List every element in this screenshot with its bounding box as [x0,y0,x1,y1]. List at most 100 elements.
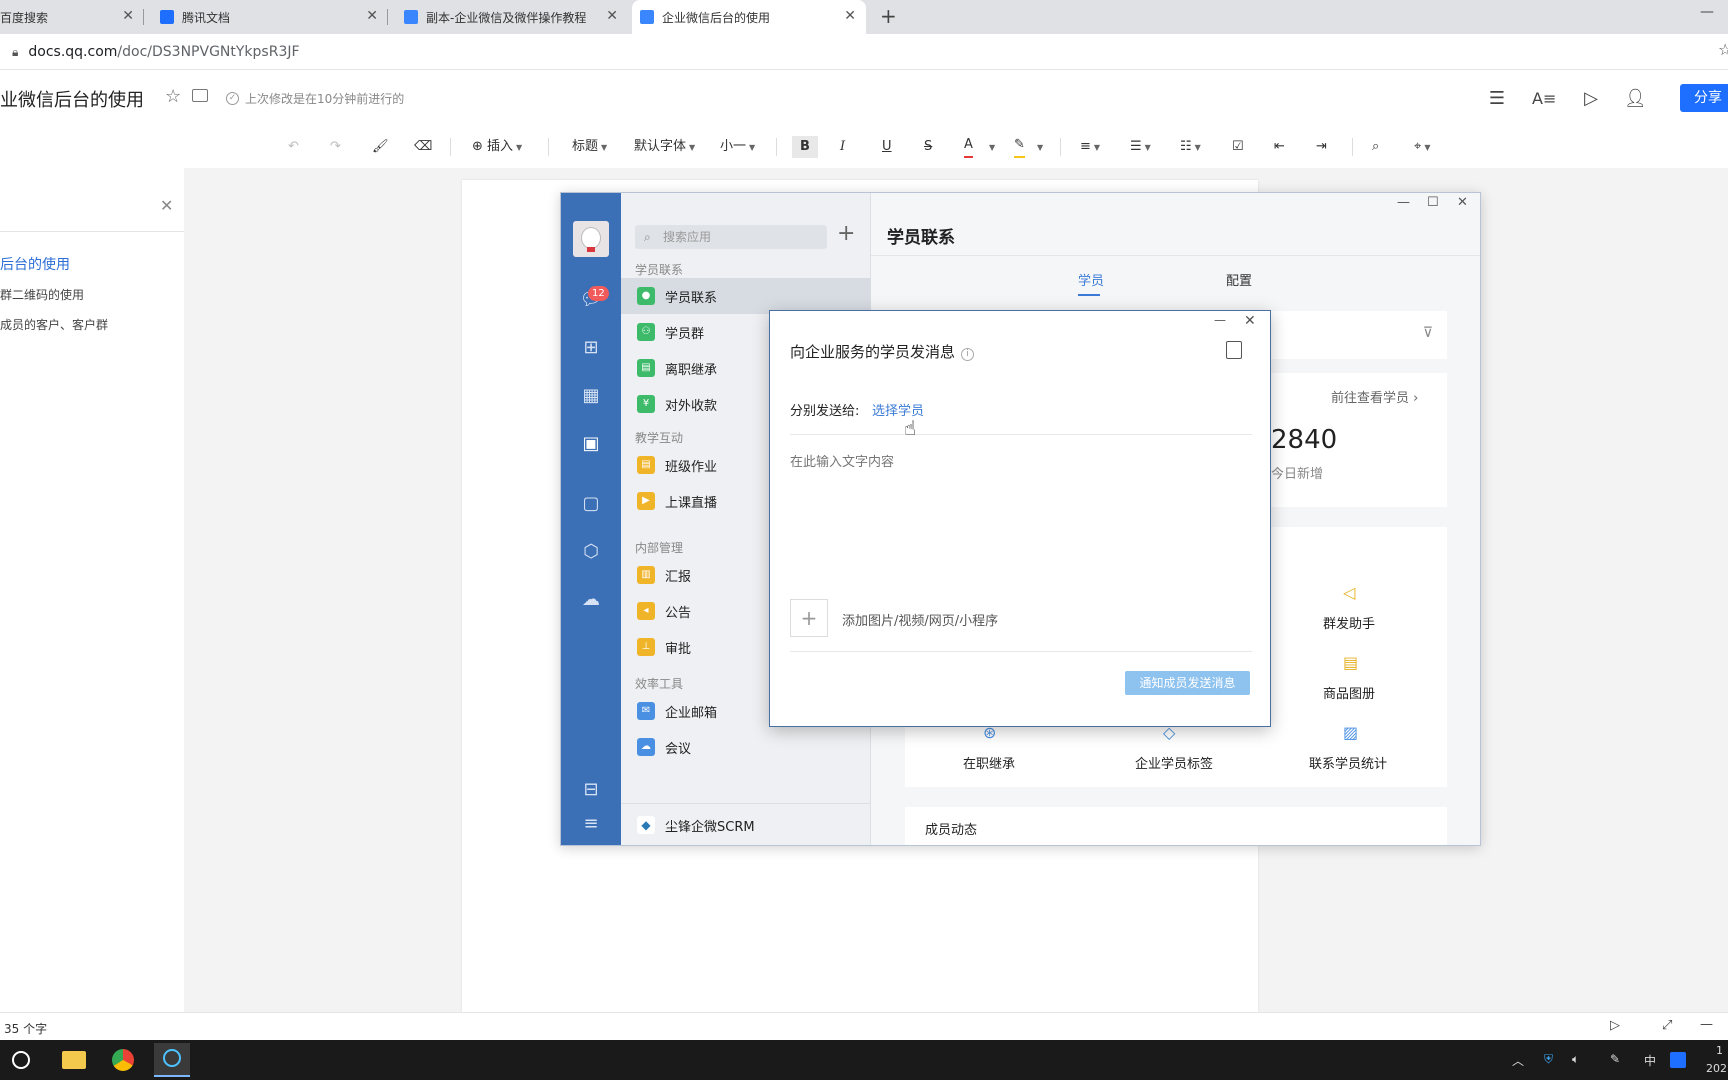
calendar-icon[interactable]: ▦ [579,385,603,407]
doc-title[interactable]: 业微信后台的使用 [0,86,144,112]
app-search-input[interactable]: ⌕ 搜索应用 [635,225,827,249]
close-icon[interactable]: ✕ [366,9,378,23]
url-field[interactable]: 🔒︎ docs.qq.com /doc/DS3NPVGNtYkpsR3JF [12,40,300,64]
qq-tray-icon[interactable] [1670,1052,1686,1068]
info-icon[interactable]: i [961,348,975,361]
file-explorer-icon[interactable] [62,1051,86,1069]
location-icon[interactable]: ⌖ ▼ [1414,136,1430,158]
shield-icon[interactable]: ⛨ [1544,1052,1553,1067]
app-item[interactable]: ◆ 尘锋企微SCRM [621,807,871,843]
chevron-up-icon[interactable]: ︿ [1512,1052,1524,1069]
history-doc-icon[interactable] [1226,341,1242,359]
pen-icon[interactable]: ✎ [1610,1052,1620,1066]
settings-icon[interactable]: ⊟ [579,779,603,801]
minimize-icon[interactable]: — [1397,195,1410,210]
chevron-down-icon[interactable]: ▼ [986,136,995,158]
notify-members-button[interactable]: 通知成员发送消息 [1125,671,1250,695]
format-painter-icon[interactable]: 🖌︎ [372,136,389,158]
bookmark-star-icon[interactable]: ☆ [1718,40,1728,59]
clock-date: 202 [1706,1062,1727,1075]
bold-icon[interactable]: B [792,136,818,158]
tool-label[interactable]: 在职继承 [963,753,1015,772]
highlight-icon[interactable]: ✎ [1014,136,1025,158]
outline-item[interactable]: 成员的客户、客户群 [0,316,108,333]
app-item[interactable]: ● 学员联系 [621,278,871,314]
undo-icon[interactable]: ↶ [288,136,299,158]
align-icon[interactable]: ≡ ▼ [1080,136,1100,158]
tool-label[interactable]: 商品图册 [1323,683,1375,702]
browser-tab[interactable]: 副本-企业微信及微伴操作教程 ✕ [396,0,628,34]
strikethrough-icon[interactable]: S [924,136,932,158]
close-icon[interactable]: ✕ [606,9,618,23]
search-icon[interactable]: ⌕ [1372,136,1379,158]
font-select[interactable]: 默认字体 ▼ [634,136,695,158]
underline-icon[interactable]: U [882,136,892,158]
chevron-down-icon[interactable]: ▼ [1034,136,1043,158]
play-icon[interactable]: ▷ [1580,88,1602,110]
cortana-icon[interactable] [12,1051,30,1069]
eraser-icon[interactable]: ⌫ [414,136,432,158]
indent-icon[interactable]: ⇥ [1316,136,1327,158]
tool-label[interactable]: 联系学员统计 [1309,753,1387,772]
workbench-icon[interactable]: ▣ [579,433,603,455]
ime-indicator[interactable]: 中 [1644,1052,1656,1069]
outline-item[interactable]: 后台的使用 [0,254,70,274]
outline-item[interactable]: 群二维码的使用 [0,286,84,303]
star-icon[interactable]: ☆ [165,86,181,107]
document-icon[interactable]: ▢ [579,493,603,515]
numbered-list-icon[interactable]: ☷ ▼ [1180,136,1201,158]
tool-label[interactable]: 企业学员标签 [1135,753,1213,772]
folder-icon[interactable] [192,89,208,102]
drive-icon[interactable]: ⬡ [579,541,603,563]
close-icon[interactable]: ✕ [160,196,173,215]
cloud-icon[interactable]: ☁ [579,589,603,611]
filter-icon[interactable]: ⊽ [1423,325,1433,341]
italic-icon[interactable]: I [840,136,845,158]
tool-label[interactable]: 群发助手 [1323,613,1375,632]
app-item[interactable]: ☁ 会议 [621,729,871,765]
add-collaborator-icon[interactable]: 👤︎ [1624,88,1647,110]
tab-config[interactable]: 配置 [1226,270,1252,289]
zoom-out-icon[interactable]: — [1700,1017,1713,1032]
bullet-list-icon[interactable]: ☰ ▼ [1130,136,1151,158]
tab-students[interactable]: 学员 [1078,270,1104,289]
close-icon[interactable]: ✕ [844,9,856,23]
fullscreen-icon[interactable]: ⤢ [1662,1018,1672,1033]
address-bar[interactable]: 🔒︎ docs.qq.com /doc/DS3NPVGNtYkpsR3JF ☆ [0,34,1728,70]
app-label: 尘锋企微SCRM [665,819,755,835]
volume-icon[interactable]: 🔈︎ [1572,1052,1579,1067]
new-tab-button[interactable]: + [880,4,897,28]
share-button[interactable]: 分享 [1680,84,1728,112]
more-menu-icon[interactable]: ≡ [579,813,603,835]
window-minimize-button[interactable]: — [1700,4,1714,20]
close-icon[interactable]: ✕ [1244,313,1256,329]
choose-members-link[interactable]: 选择学员 [872,400,924,419]
font-size-select[interactable]: 小一 ▼ [720,136,755,158]
chrome-icon[interactable] [112,1049,134,1071]
checklist-icon[interactable]: ☑ [1232,136,1244,158]
close-icon[interactable]: ✕ [122,9,134,23]
maximize-icon[interactable]: ☐ [1427,195,1439,210]
font-color-icon[interactable]: A [964,136,973,158]
play-icon[interactable]: ▷ [1610,1018,1620,1033]
outdent-icon[interactable]: ⇤ [1274,136,1285,158]
text-format-icon[interactable]: A≡ [1532,88,1556,110]
view-students-link[interactable]: 前往查看学员 › [1331,387,1418,406]
taskbar-active-app[interactable] [154,1043,190,1077]
close-icon[interactable]: ✕ [1457,195,1468,210]
add-icon[interactable]: + [837,221,855,246]
font-size-label: 小一 [720,139,747,154]
browser-tab-active[interactable]: 企业微信后台的使用 ✕ [632,0,866,34]
insert-menu[interactable]: ⊕ 插入 ▼ [472,136,522,158]
heading-select[interactable]: 标题 ▼ [572,136,607,158]
menu-icon[interactable]: ☰ [1486,88,1508,110]
browser-tab[interactable]: 百度搜索 ✕ [0,0,144,34]
message-input[interactable] [790,451,1250,571]
add-attachment-button[interactable]: + [790,599,828,637]
browser-tab[interactable]: 腾讯文档 ✕ [152,0,388,34]
redo-icon[interactable]: ↷ [330,136,341,158]
avatar[interactable] [573,221,609,257]
minimize-icon[interactable]: — [1214,313,1226,327]
add-attachment-label: 添加图片/视频/网页/小程序 [842,614,999,629]
org-chart-icon[interactable]: ⊞ [579,337,603,359]
